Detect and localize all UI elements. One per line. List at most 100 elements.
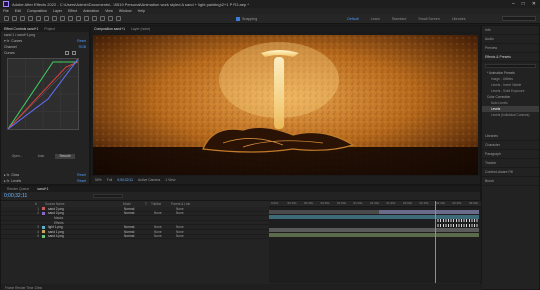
- layer-name[interactable]: sand 2.png: [48, 207, 108, 211]
- reset-link[interactable]: Reset: [77, 179, 86, 183]
- tab-composition[interactable]: Composition sand+1: [94, 27, 125, 31]
- curve-pencil-tool-icon[interactable]: [72, 51, 76, 55]
- col-parent[interactable]: Parent & Link: [171, 202, 190, 206]
- panel-preview[interactable]: Preview: [482, 44, 539, 53]
- layer-name[interactable]: light 1.png: [48, 225, 108, 229]
- viewer-timecode[interactable]: 0;00;32;11: [117, 178, 133, 182]
- layer-mode-dropdown[interactable]: Normal: [124, 207, 144, 211]
- col-source-name[interactable]: Source Name: [45, 202, 111, 206]
- curves-graph[interactable]: [7, 58, 79, 130]
- composition-viewer[interactable]: [93, 35, 478, 175]
- layer-trkmat-dropdown[interactable]: None: [154, 211, 170, 215]
- layer-duration-bar[interactable]: [379, 210, 479, 214]
- tab-effect-controls[interactable]: Effect Controls sand+1: [4, 27, 38, 31]
- camera-dropdown[interactable]: Active Camera: [138, 178, 160, 182]
- layer-name[interactable]: sand 3.png: [48, 211, 108, 215]
- hand-tool-icon[interactable]: [20, 16, 25, 21]
- snapping-checkbox[interactable]: [236, 16, 240, 21]
- menu-layer[interactable]: Layer: [53, 9, 62, 13]
- curve-open-button[interactable]: Open...: [7, 154, 27, 159]
- layer-name[interactable]: Effects: [54, 221, 108, 225]
- layer-row[interactable]: 5 sand 4.png Normal None None: [1, 234, 269, 240]
- effect-levels-row[interactable]: ▸ fx Levels Reset: [1, 178, 89, 184]
- keyframe-strip[interactable]: [435, 219, 479, 223]
- curve-smooth-button[interactable]: Smooth: [55, 154, 75, 159]
- quality-dropdown[interactable]: Full: [107, 178, 112, 182]
- channel-dropdown[interactable]: RGB: [79, 45, 86, 49]
- workspace-small-screen[interactable]: Small Screen: [418, 17, 439, 21]
- workspace-libraries[interactable]: Libraries: [452, 17, 466, 21]
- fx-icon[interactable]: ▾ fx: [4, 39, 9, 43]
- layer-parent-dropdown[interactable]: None: [176, 211, 196, 215]
- selection-tool-icon[interactable]: [12, 16, 17, 21]
- eraser-tool-icon[interactable]: [100, 16, 105, 21]
- pan-behind-tool-icon[interactable]: [52, 16, 57, 21]
- close-button[interactable]: ✕: [532, 1, 536, 7]
- clone-stamp-tool-icon[interactable]: [92, 16, 97, 21]
- menu-window[interactable]: Window: [119, 9, 132, 13]
- menu-animation[interactable]: Animation: [83, 9, 99, 13]
- layer-duration-bar[interactable]: [269, 210, 379, 214]
- tab-layer[interactable]: Layer (none): [131, 27, 150, 31]
- tab-render-queue[interactable]: Render Queue: [7, 187, 29, 191]
- layer-trkmat-dropdown[interactable]: None: [154, 225, 170, 229]
- layer-mode-dropdown[interactable]: Normal: [124, 211, 144, 215]
- layer-mode-dropdown[interactable]: Normal: [124, 230, 144, 234]
- home-icon[interactable]: [4, 16, 9, 21]
- tree-item[interactable]: Levels (Individual Controls): [482, 112, 539, 118]
- menu-effect[interactable]: Effect: [68, 9, 77, 13]
- zoom-dropdown[interactable]: 50%: [95, 178, 102, 182]
- panel-libraries[interactable]: Libraries: [482, 132, 539, 141]
- snapping-toggle[interactable]: Snapping: [236, 16, 257, 21]
- time-ruler[interactable]: 0:00s 00:15s 00:30s 00:45s 01:00s 01:15s 01:30…: [269, 201, 481, 207]
- layer-trkmat-dropdown[interactable]: None: [154, 230, 170, 234]
- layer-label-color[interactable]: [42, 211, 45, 215]
- effects-search-input[interactable]: [485, 64, 536, 68]
- panel-content-aware-fill[interactable]: Content-Aware Fill: [482, 168, 539, 177]
- camera-tool-icon[interactable]: [44, 16, 49, 21]
- timeline-search-input[interactable]: [93, 194, 124, 198]
- minimize-button[interactable]: –: [512, 1, 515, 7]
- type-tool-icon[interactable]: [76, 16, 81, 21]
- layer-mode-dropdown[interactable]: Normal: [124, 225, 144, 229]
- panel-info[interactable]: Info: [482, 26, 539, 35]
- tab-timeline-comp[interactable]: sand+1: [37, 187, 48, 191]
- panel-paragraph[interactable]: Paragraph: [482, 150, 539, 159]
- menu-file[interactable]: File: [3, 9, 9, 13]
- layer-name[interactable]: sand 4.png: [48, 234, 108, 238]
- menu-edit[interactable]: Edit: [15, 9, 21, 13]
- menu-view[interactable]: View: [105, 9, 113, 13]
- keyframe-strip[interactable]: [435, 223, 479, 227]
- workspace-default[interactable]: Default: [347, 17, 358, 21]
- layer-label-color[interactable]: [42, 225, 45, 229]
- panel-character[interactable]: Character: [482, 141, 539, 150]
- layer-label-color[interactable]: [42, 221, 45, 224]
- layer-duration-bar[interactable]: [269, 214, 479, 219]
- curve-point-tool-icon[interactable]: [65, 51, 69, 55]
- layer-label-color[interactable]: [42, 207, 45, 211]
- layer-parent-dropdown[interactable]: None: [176, 225, 196, 229]
- layer-label-color[interactable]: [42, 216, 45, 219]
- puppet-tool-icon[interactable]: [116, 16, 121, 21]
- help-search-input[interactable]: [502, 16, 536, 21]
- layer-duration-bar[interactable]: [269, 233, 479, 237]
- layer-mode-dropdown[interactable]: Normal: [124, 234, 144, 238]
- reset-link[interactable]: Reset: [77, 39, 86, 43]
- col-trkmat[interactable]: TrkMat: [151, 202, 171, 206]
- workspace-learn[interactable]: Learn: [371, 17, 380, 21]
- rectangle-tool-icon[interactable]: [60, 16, 65, 21]
- tab-project[interactable]: Project: [44, 27, 55, 31]
- layer-name[interactable]: Masks: [54, 216, 108, 220]
- panel-brush[interactable]: Brush: [482, 177, 539, 186]
- layer-parent-dropdown[interactable]: None: [176, 234, 196, 238]
- panel-effects-presets[interactable]: Effects & Presets: [482, 53, 539, 62]
- layer-duration-bar[interactable]: [269, 228, 479, 233]
- layer-parent-dropdown[interactable]: None: [176, 230, 196, 234]
- panel-audio[interactable]: Audio: [482, 35, 539, 44]
- pen-tool-icon[interactable]: [68, 16, 73, 21]
- maximize-button[interactable]: □: [522, 1, 525, 7]
- curve-auto-button[interactable]: Auto: [31, 154, 51, 159]
- col-mode[interactable]: Mode: [123, 202, 145, 206]
- reset-link[interactable]: Reset: [77, 173, 86, 177]
- rotate-tool-icon[interactable]: [36, 16, 41, 21]
